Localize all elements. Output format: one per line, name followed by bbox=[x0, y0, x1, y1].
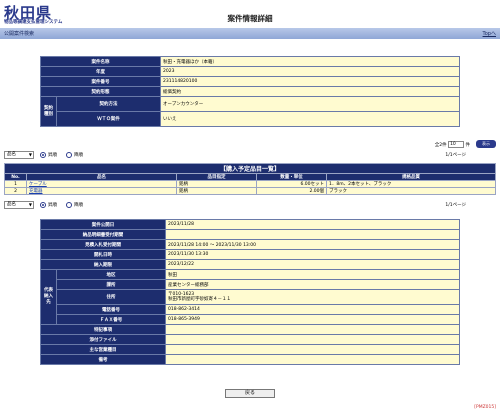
method-value: オープンカウンター bbox=[160, 96, 460, 112]
year-label: 年度 bbox=[40, 66, 161, 77]
dept-value: 産業センター総務部 bbox=[165, 279, 460, 290]
row-spec: 銘柄 bbox=[176, 187, 257, 195]
category-value: 総価契約 bbox=[160, 86, 460, 97]
quote-label: 見積入札受付期間 bbox=[40, 239, 166, 250]
case-number-label: 案件番号 bbox=[40, 76, 161, 87]
file-value bbox=[165, 334, 460, 345]
row-no: 1 bbox=[4, 180, 27, 188]
method-label: 契約方法 bbox=[56, 96, 161, 112]
category-label: 契約形態 bbox=[40, 86, 161, 97]
chevron-down-icon: ▼ bbox=[28, 202, 32, 207]
col-no: No. bbox=[4, 173, 27, 181]
sort-asc-radio[interactable] bbox=[40, 202, 46, 208]
publish-value: 2023/11/28 bbox=[165, 219, 460, 230]
file-label: 添付ファイル bbox=[40, 334, 166, 345]
sort-desc-label: 降順 bbox=[74, 153, 83, 158]
back-button[interactable]: 戻る bbox=[225, 389, 275, 398]
address-label: 住所 bbox=[56, 289, 166, 305]
col-spec: 品目指定 bbox=[176, 173, 257, 181]
deliver-value bbox=[165, 229, 460, 240]
chevron-down-icon: ▼ bbox=[28, 152, 32, 157]
tel-label: 電話番号 bbox=[56, 304, 166, 315]
items-table: 【購入予定品目一覧】 No. 品名 品目指定 数量・単位 規格品質 1 ケーブル… bbox=[4, 163, 496, 195]
sort-field-select[interactable]: 品名 ▼ bbox=[4, 151, 34, 159]
fax-value: 018-865-3949 bbox=[165, 314, 460, 325]
deliver-label: 納品明細書受付期間 bbox=[40, 229, 166, 240]
remark-label: 備考 bbox=[40, 354, 166, 365]
page-indicator: 1/1ページ bbox=[445, 153, 466, 158]
address-value: 秋田市新屋町字砂奴寄４－１１ bbox=[168, 297, 231, 302]
row-qty: 2.00個 bbox=[256, 187, 327, 195]
sort-asc-label: 昇順 bbox=[48, 153, 57, 158]
tender-label: 主な営業種目 bbox=[40, 344, 166, 355]
publish-label: 案件公開日 bbox=[40, 219, 166, 230]
wto-label: ＷＴＯ案件 bbox=[56, 111, 161, 127]
wto-value: いいえ bbox=[160, 111, 460, 127]
note-label: 特記事項 bbox=[40, 324, 166, 335]
item-link[interactable]: ケーブル bbox=[29, 182, 47, 187]
sort-desc-label: 降順 bbox=[74, 203, 83, 208]
sort-desc-radio[interactable] bbox=[66, 202, 72, 208]
page-title: 案件情報詳細 bbox=[227, 14, 273, 23]
top-link[interactable]: Topへ bbox=[483, 30, 496, 37]
sort-row-bottom: 品名 ▼ 昇順 降順 1/1ページ bbox=[4, 201, 496, 210]
schedule-table: 案件公開日 2023/11/28 納品明細書受付期間 見積入札受付期間 2023… bbox=[40, 219, 460, 365]
sort-asc-radio[interactable] bbox=[40, 152, 46, 158]
per-page-select[interactable]: 10 bbox=[448, 141, 465, 148]
due-label: 納入期限 bbox=[40, 259, 166, 270]
sort-field-value: 品名 bbox=[7, 202, 16, 207]
open-value: 2023/11/30 13:30 bbox=[165, 249, 460, 260]
sort-asc-label: 昇順 bbox=[48, 203, 57, 208]
titlebar: 公開案件検索 Topへ bbox=[0, 28, 500, 39]
row-spec: 銘柄 bbox=[176, 180, 257, 188]
page-indicator: 1/1ページ bbox=[445, 203, 466, 208]
note-value bbox=[165, 324, 460, 335]
delivery-group-label: 代表納入先 bbox=[40, 269, 57, 325]
open-label: 開札日時 bbox=[40, 249, 166, 260]
logo-subtitle: 物品等調達支払管理システム bbox=[4, 20, 63, 25]
row-no: 2 bbox=[4, 187, 27, 195]
year-value: 2023 bbox=[160, 66, 460, 77]
sort-row-top: 品名 ▼ 昇順 降順 1/1ページ bbox=[4, 151, 496, 160]
area-value: 秋田 bbox=[165, 269, 460, 280]
total-count: 全2件 bbox=[434, 143, 447, 148]
table-row: 2 充電器 銘柄 2.00個 ブラック bbox=[4, 187, 496, 195]
display-button[interactable]: 表示 bbox=[476, 140, 496, 148]
area-label: 地区 bbox=[56, 269, 166, 280]
items-caption: 【購入予定品目一覧】 bbox=[4, 163, 496, 174]
row-quality: 1．8m、2本セット、ブラック bbox=[326, 180, 496, 188]
col-quality: 規格品質 bbox=[326, 173, 496, 181]
table-row: 1 ケーブル 銘柄 6.00セット 1．8m、2本セット、ブラック bbox=[4, 180, 496, 188]
col-qty: 数量・単位 bbox=[256, 173, 327, 181]
col-name: 品名 bbox=[26, 173, 177, 181]
case-info-table: 案件名称 秋田・充電器ほか（本籍） 年度 2023 案件番号 231114820… bbox=[40, 56, 460, 127]
row-qty: 6.00セット bbox=[256, 180, 327, 188]
quote-value: 2023/11/28 14:00 ～ 2023/11/30 13:00 bbox=[165, 239, 460, 250]
screen-code: [PMZ015] bbox=[474, 405, 496, 410]
dept-label: 課所 bbox=[56, 279, 166, 290]
sort-field-select[interactable]: 品名 ▼ bbox=[4, 201, 34, 209]
tel-value: 018-862-3414 bbox=[165, 304, 460, 315]
row-quality: ブラック bbox=[326, 187, 496, 195]
tender-value bbox=[165, 344, 460, 355]
fax-label: ＦＡＸ番号 bbox=[56, 314, 166, 325]
per-page-unit: 件 bbox=[465, 143, 471, 148]
case-number-value: 231114820100 bbox=[160, 76, 460, 87]
sort-desc-radio[interactable] bbox=[66, 152, 72, 158]
breadcrumb: 公開案件検索 bbox=[4, 31, 35, 37]
case-name-value: 秋田・充電器ほか（本籍） bbox=[160, 56, 460, 67]
case-name-label: 案件名称 bbox=[40, 56, 161, 67]
sort-field-value: 品名 bbox=[7, 152, 16, 157]
remark-value bbox=[165, 354, 460, 365]
count-controls: 全2件 10 件 bbox=[435, 141, 470, 148]
item-link[interactable]: 充電器 bbox=[29, 189, 43, 194]
header: 秋田県 物品等調達支払管理システム 案件情報詳細 bbox=[0, 0, 500, 26]
due-value: 2023/12/22 bbox=[165, 259, 460, 270]
contract-group-label: 契約種別 bbox=[40, 96, 57, 127]
